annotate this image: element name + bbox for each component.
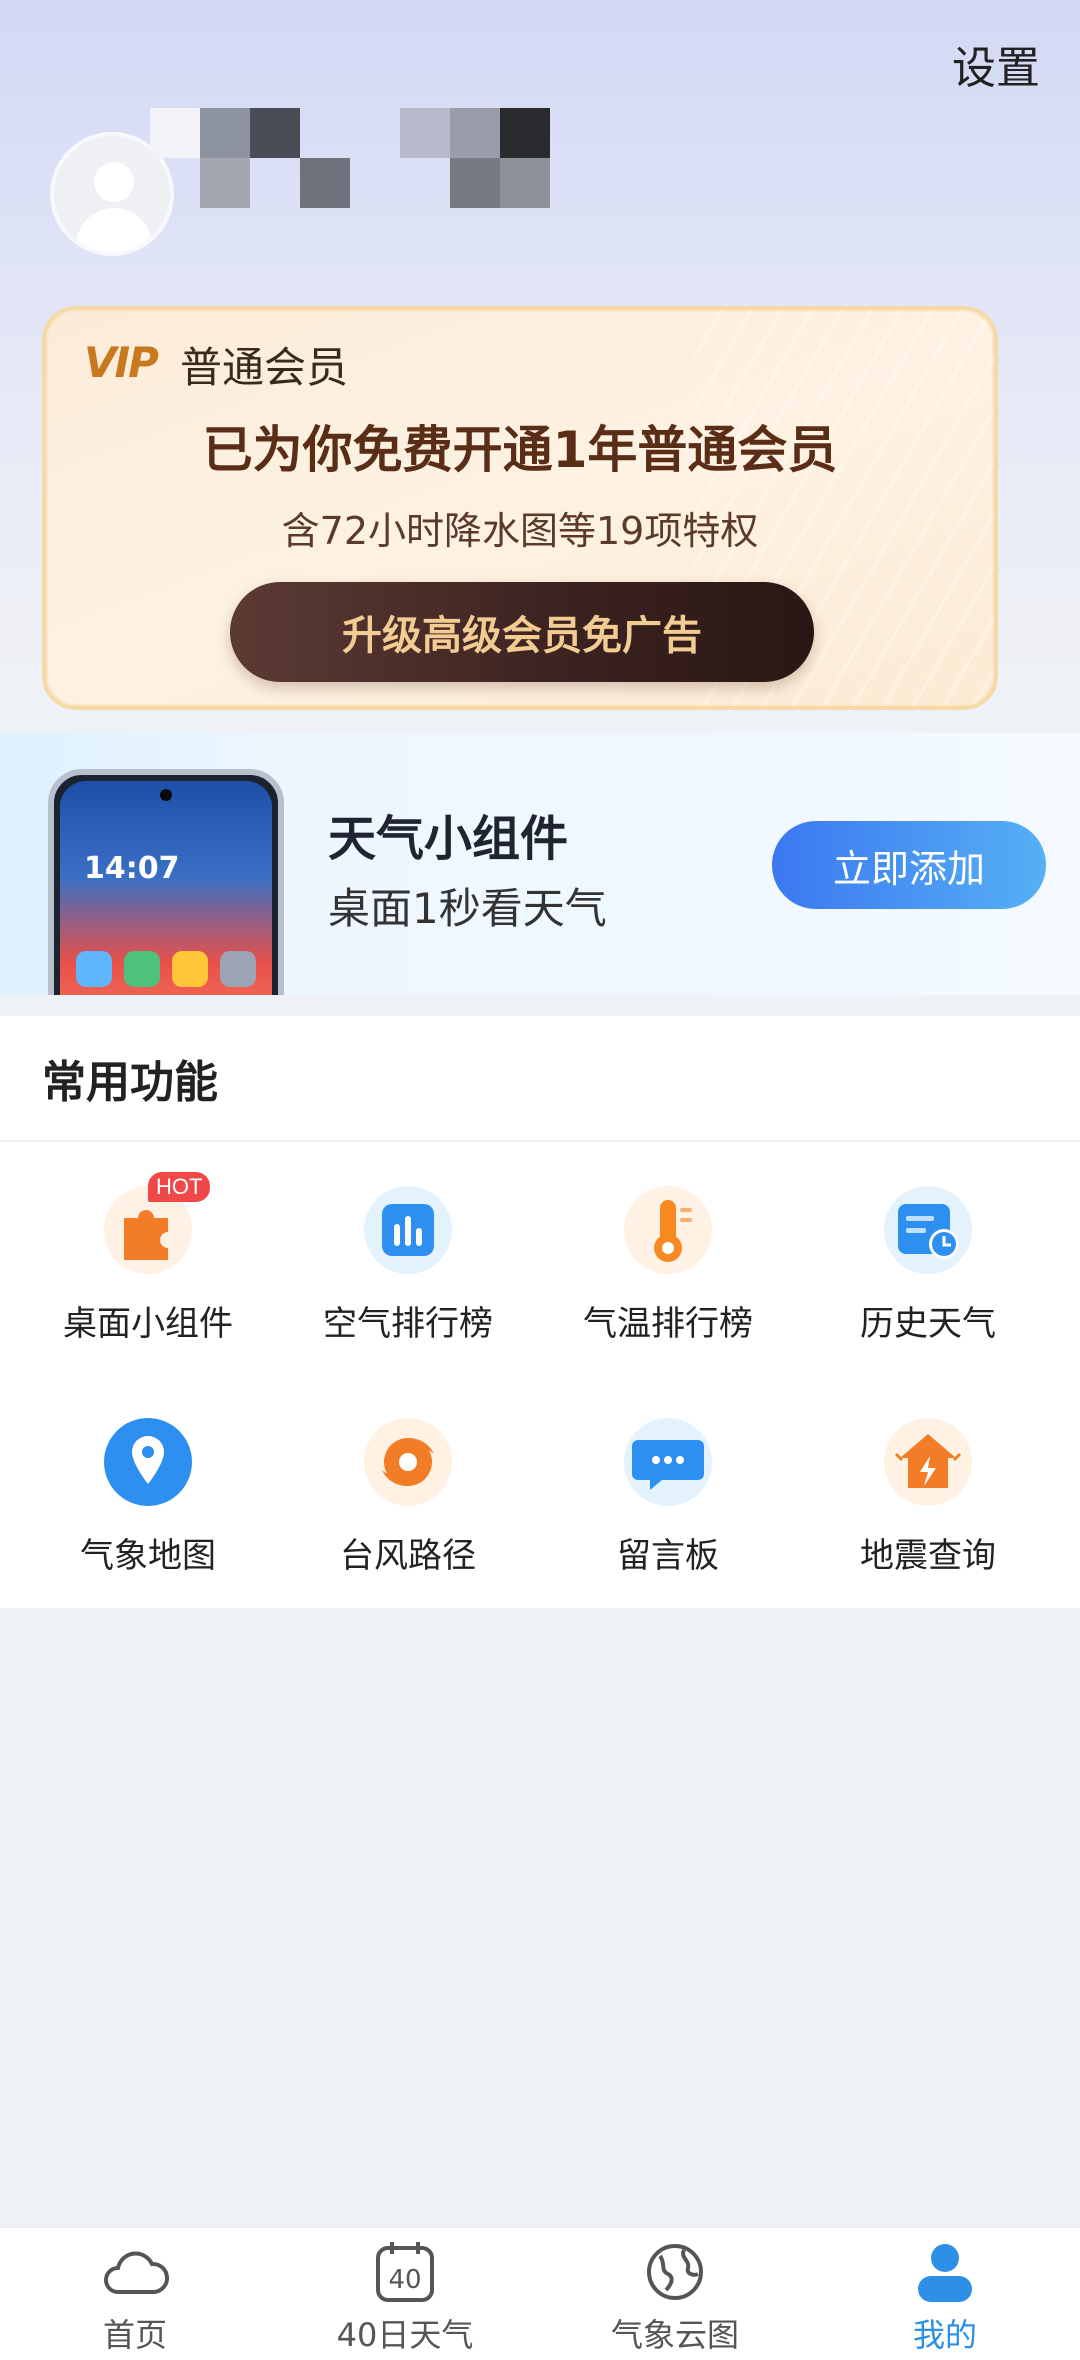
tab-label: 我的 bbox=[912, 2316, 977, 2354]
feature-label: 桌面小组件 bbox=[63, 1304, 233, 1344]
feature-label: 留言板 bbox=[617, 1536, 719, 1576]
tab-home[interactable]: 首页 bbox=[0, 2228, 270, 2360]
map-pin-icon bbox=[102, 1416, 194, 1508]
calendar-40-icon: 40 bbox=[370, 2240, 440, 2304]
widget-promo-title: 天气小组件 bbox=[328, 811, 569, 867]
avatar-body bbox=[76, 208, 152, 252]
bar-chart-icon bbox=[362, 1184, 454, 1276]
feature-label: 气象地图 bbox=[80, 1536, 216, 1576]
feature-label: 空气排行榜 bbox=[323, 1304, 493, 1344]
username-obscured bbox=[150, 108, 560, 258]
add-widget-button[interactable]: 立即添加 bbox=[772, 821, 1046, 909]
feature-message-board[interactable]: 留言板 bbox=[538, 1416, 798, 1616]
vip-title: 已为你免费开通1年普通会员 bbox=[202, 421, 838, 479]
calendar-clock-icon bbox=[882, 1184, 974, 1276]
cloud-icon bbox=[100, 2240, 170, 2304]
feature-air-ranking[interactable]: 空气排行榜 bbox=[278, 1184, 538, 1384]
thermometer-icon bbox=[622, 1184, 714, 1276]
divider bbox=[0, 1140, 1080, 1142]
hot-badge: HOT bbox=[148, 1172, 211, 1202]
upgrade-vip-button[interactable]: 升级高级会员免广告 bbox=[230, 582, 814, 682]
feature-desktop-widget[interactable]: HOT 桌面小组件 bbox=[18, 1172, 278, 1384]
tab-cloud-map[interactable]: 气象云图 bbox=[540, 2228, 810, 2360]
user-icon bbox=[910, 2240, 980, 2304]
typhoon-icon bbox=[362, 1416, 454, 1508]
tab-label: 40日天气 bbox=[336, 2316, 474, 2354]
feature-weather-map[interactable]: 气象地图 bbox=[18, 1416, 278, 1616]
avatar-head bbox=[94, 162, 134, 202]
earthquake-icon bbox=[882, 1416, 974, 1508]
tab-label: 首页 bbox=[102, 2316, 167, 2354]
feature-earthquake-query[interactable]: 地震查询 bbox=[798, 1416, 1058, 1616]
globe-icon bbox=[640, 2240, 710, 2304]
phone-preview-image: 14:07 bbox=[48, 769, 284, 995]
phone-preview-time: 14:07 bbox=[84, 851, 180, 886]
bottom-tab-bar: 首页 40 40日天气 气象云图 我的 bbox=[0, 2226, 1080, 2360]
vip-level-label: 普通会员 bbox=[180, 343, 349, 392]
feature-label: 台风路径 bbox=[340, 1536, 476, 1576]
common-features-section: 常用功能 HOT 桌面小组件 空气排行榜 气温排行榜 历史天气 气象地图 台风路… bbox=[0, 1016, 1080, 1608]
tab-mine[interactable]: 我的 bbox=[810, 2228, 1080, 2360]
calendar-icon-number: 40 bbox=[388, 2265, 421, 2295]
section-title: 常用功能 bbox=[42, 1057, 218, 1108]
message-icon bbox=[622, 1416, 714, 1508]
vip-subtitle: 含72小时降水图等19项特权 bbox=[281, 509, 759, 553]
settings-link[interactable]: 设置 bbox=[952, 32, 1040, 96]
feature-temperature-ranking[interactable]: 气温排行榜 bbox=[538, 1184, 798, 1384]
feature-label: 气温排行榜 bbox=[583, 1304, 753, 1344]
widget-promo-subtitle: 桌面1秒看天气 bbox=[328, 884, 607, 933]
vip-logo: VIP bbox=[84, 338, 159, 387]
feature-history-weather[interactable]: 历史天气 bbox=[798, 1184, 1058, 1384]
vip-card[interactable]: VIP 普通会员 已为你免费开通1年普通会员 含72小时降水图等19项特权 升级… bbox=[42, 306, 998, 710]
tab-label: 气象云图 bbox=[610, 2316, 739, 2354]
feature-typhoon-path[interactable]: 台风路径 bbox=[278, 1416, 538, 1616]
widget-promo-banner[interactable]: 14:07 天气小组件 桌面1秒看天气 立即添加 bbox=[0, 733, 1080, 995]
feature-label: 历史天气 bbox=[860, 1304, 996, 1344]
feature-label: 地震查询 bbox=[860, 1536, 996, 1576]
tab-40-day-weather[interactable]: 40 40日天气 bbox=[270, 2228, 540, 2360]
